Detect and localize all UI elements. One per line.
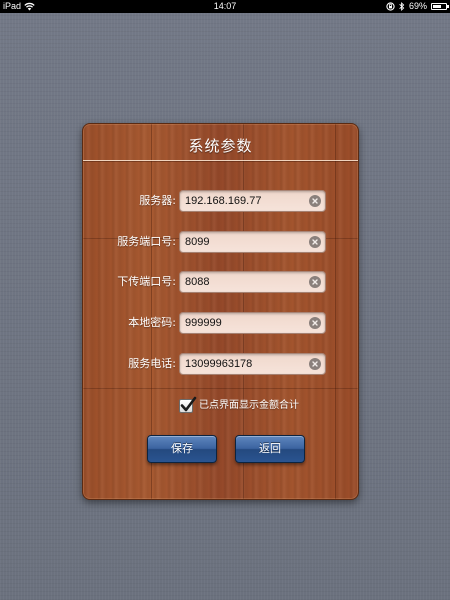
service-port-value: 8099 — [185, 236, 210, 248]
server-row: 服务器: 192.168.169.77 — [83, 190, 358, 212]
local-password-row: 本地密码: 999999 — [83, 312, 358, 334]
back-button[interactable]: 返回 — [235, 435, 305, 463]
show-total-checkbox[interactable] — [179, 396, 197, 413]
battery-fill — [433, 5, 442, 8]
clear-icon[interactable] — [309, 358, 321, 370]
service-phone-row: 服务电话: 13099963178 — [83, 353, 358, 375]
title-divider — [83, 160, 358, 161]
clear-icon[interactable] — [309, 236, 321, 248]
download-port-label: 下传端口号: — [117, 275, 176, 288]
dialog-title: 系统参数 — [188, 137, 253, 155]
show-total-checkbox-label: 已点界面显示金额合计 — [199, 400, 299, 411]
save-button[interactable]: 保存 — [147, 435, 217, 463]
service-port-row: 服务端口号: 8099 — [83, 231, 358, 253]
server-input[interactable]: 192.168.169.77 — [179, 190, 326, 212]
lock-rotation-icon — [386, 2, 395, 11]
clear-icon[interactable] — [309, 195, 321, 207]
download-port-input[interactable]: 8088 — [179, 271, 326, 293]
download-port-value: 8088 — [185, 276, 210, 288]
show-total-checkbox-row[interactable]: 已点界面显示金额合计 — [179, 396, 339, 415]
clear-icon[interactable] — [309, 276, 321, 288]
service-phone-label: 服务电话: — [128, 357, 176, 370]
service-port-input[interactable]: 8099 — [179, 231, 326, 253]
service-phone-input[interactable]: 13099963178 — [179, 353, 326, 375]
status-right: 69% — [382, 0, 449, 13]
battery-percent: 69% — [408, 1, 427, 11]
server-label: 服务器: — [139, 194, 176, 207]
clear-icon[interactable] — [309, 317, 321, 329]
bluetooth-icon — [399, 2, 405, 11]
checkmark-icon — [180, 396, 197, 412]
local-password-value: 999999 — [185, 317, 222, 329]
server-value: 192.168.169.77 — [185, 195, 262, 207]
service-phone-value: 13099963178 — [185, 358, 253, 370]
download-port-row: 下传端口号: 8088 — [83, 271, 358, 293]
local-password-label: 本地密码: — [128, 316, 176, 329]
status-bar: iPad 14:07 69% — [0, 0, 450, 13]
service-port-label: 服务端口号: — [117, 235, 176, 248]
local-password-input[interactable]: 999999 — [179, 312, 326, 334]
battery-icon — [431, 3, 449, 10]
system-settings-dialog: 系统参数 服务器: 192.168.169.77 服务端口号: 8099 下传端… — [82, 123, 359, 500]
